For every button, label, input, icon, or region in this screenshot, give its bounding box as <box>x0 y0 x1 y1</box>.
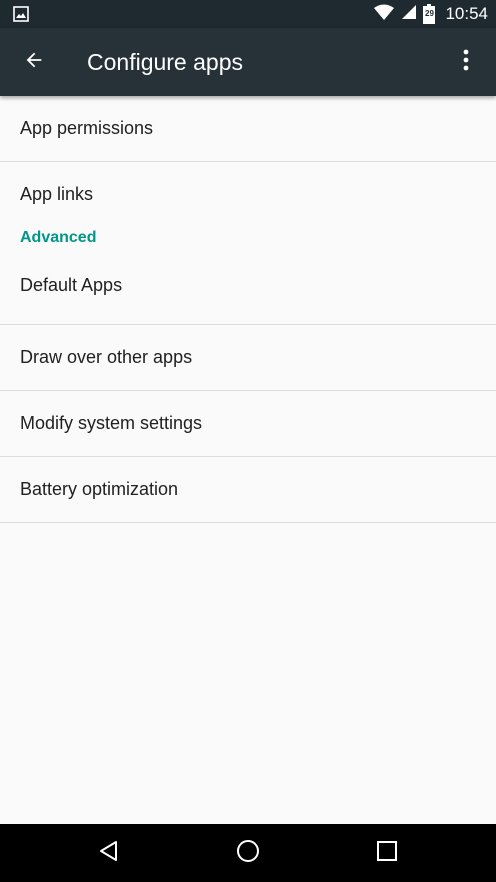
battery-icon: 29 <box>423 4 436 24</box>
list-item-label: App links <box>20 184 94 204</box>
home-circle-icon <box>236 839 260 868</box>
list-item-label: Draw over other apps <box>20 347 193 367</box>
section-header-advanced: Advanced <box>20 229 97 246</box>
status-bar: 29 10:54 <box>0 0 496 28</box>
battery-level: 29 <box>425 9 434 18</box>
cell-signal-icon <box>401 4 417 25</box>
page-title: Configure apps <box>87 49 243 75</box>
settings-list: App permissions App links Advanced Defau… <box>0 96 496 523</box>
arrow-back-icon <box>23 49 45 76</box>
list-item-label: Modify system settings <box>20 413 203 433</box>
list-item-label: Battery optimization <box>20 479 179 499</box>
status-clock: 10:54 <box>445 4 488 23</box>
app-bar: Configure apps <box>0 28 496 96</box>
nav-home-button[interactable] <box>228 833 268 873</box>
recents-square-icon <box>376 840 398 867</box>
overflow-menu-button[interactable] <box>446 42 486 82</box>
list-item-default-apps[interactable]: Default Apps <box>0 247 496 325</box>
list-item-modify-system-settings[interactable]: Modify system settings <box>0 391 496 457</box>
list-item-draw-over-other-apps[interactable]: Draw over other apps <box>0 325 496 391</box>
list-item-battery-optimization[interactable]: Battery optimization <box>0 457 496 523</box>
nav-back-button[interactable] <box>89 833 129 873</box>
back-triangle-icon <box>98 840 120 867</box>
image-notification-icon <box>13 6 29 22</box>
list-item-app-permissions[interactable]: App permissions <box>0 96 496 162</box>
more-vert-icon <box>463 49 469 76</box>
wifi-icon <box>373 3 395 26</box>
nav-recents-button[interactable] <box>367 833 407 873</box>
back-button[interactable] <box>14 42 54 82</box>
list-item-label: Default Apps <box>20 275 123 295</box>
list-item-label: App permissions <box>20 118 154 138</box>
navigation-bar <box>0 824 496 882</box>
list-item-app-links[interactable]: App links <box>0 162 496 227</box>
